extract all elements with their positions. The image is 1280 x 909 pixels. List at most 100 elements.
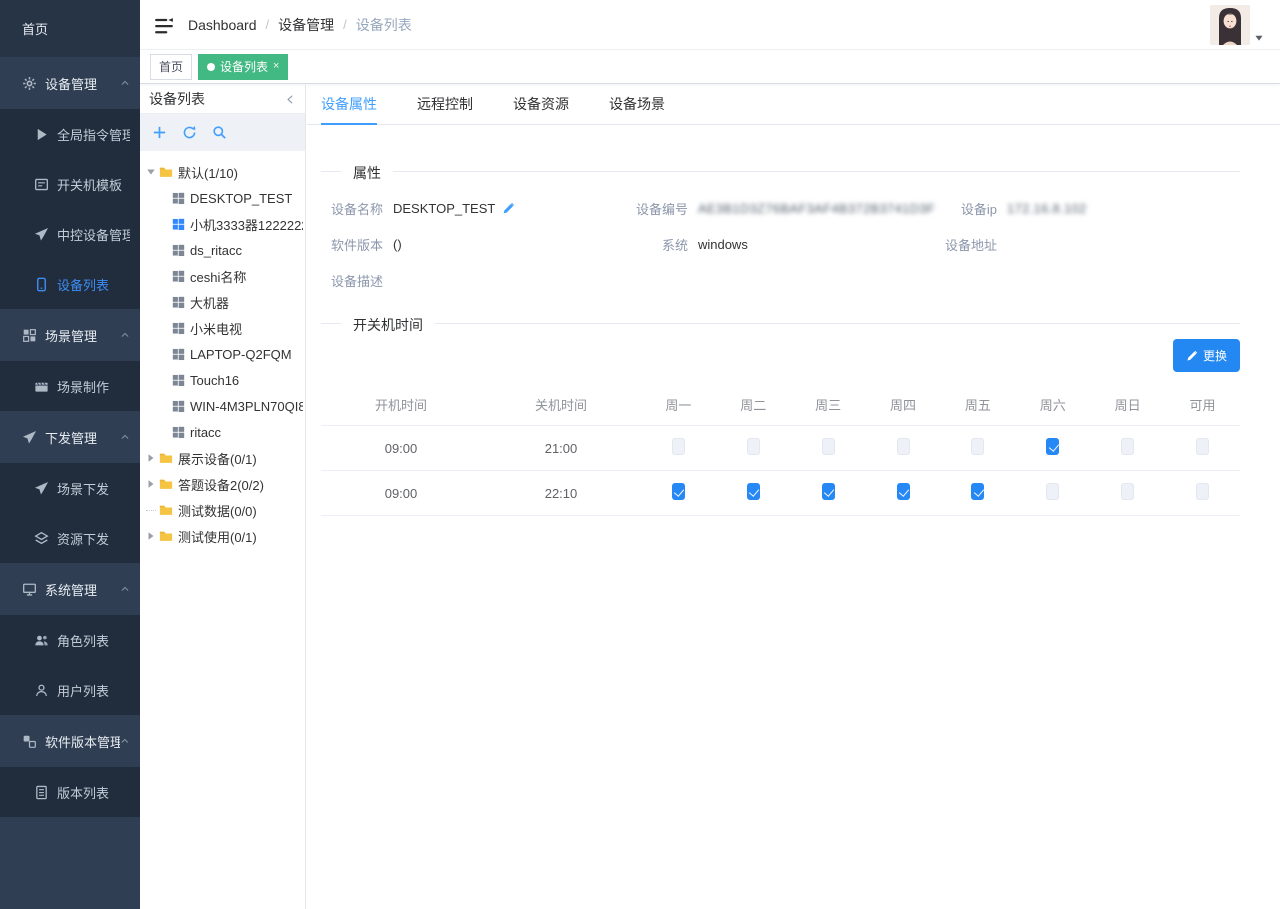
caret-down-icon[interactable] bbox=[1254, 34, 1264, 42]
play-icon bbox=[34, 127, 49, 142]
tag-home[interactable]: 首页 bbox=[150, 54, 192, 80]
sidebar-item-power-template[interactable]: 开关机模板 bbox=[0, 159, 140, 209]
breadcrumb-item-device-management[interactable]: 设备管理 bbox=[278, 15, 334, 35]
sidebar-item-global-command[interactable]: 全局指令管理 bbox=[0, 109, 140, 159]
checkbox-thursday[interactable] bbox=[897, 483, 910, 500]
checkbox-tuesday[interactable] bbox=[747, 483, 760, 500]
checkbox-wednesday[interactable] bbox=[822, 438, 835, 455]
tree-device-label: WIN-4M3PLN70QI8 bbox=[190, 399, 303, 414]
tree-device-item[interactable]: WIN-4M3PLN70QI8 bbox=[146, 393, 303, 419]
checkbox-tuesday[interactable] bbox=[747, 438, 760, 455]
sidebar-item-home[interactable]: 首页 bbox=[0, 0, 140, 57]
sidebar-item-device-management[interactable]: 设备管理 bbox=[0, 57, 140, 109]
field-label: 设备ip bbox=[935, 199, 997, 218]
sidebar-item-user-list[interactable]: 用户列表 bbox=[0, 665, 140, 715]
hamburger-icon[interactable] bbox=[154, 15, 174, 35]
tree-device-item[interactable]: 大机器 bbox=[146, 289, 303, 315]
close-icon[interactable]: × bbox=[273, 61, 279, 72]
sidebar-item-scene-management[interactable]: 场景管理 bbox=[0, 309, 140, 361]
checkbox-sunday[interactable] bbox=[1121, 438, 1134, 455]
tags-view-bar: 首页 设备列表 × bbox=[140, 50, 1280, 84]
checkbox-friday[interactable] bbox=[971, 438, 984, 455]
tag-device-list[interactable]: 设备列表 × bbox=[198, 54, 288, 80]
avatar[interactable] bbox=[1210, 4, 1250, 46]
checkbox-thursday[interactable] bbox=[897, 438, 910, 455]
sidebar-item-label: 下发管理 bbox=[45, 428, 120, 447]
sidebar-item-label: 全局指令管理 bbox=[57, 125, 130, 144]
sidebar-item-label: 软件版本管理 bbox=[45, 732, 120, 751]
attributes-grid: 设备名称 DESKTOP_TEST 设备编号 AE3B1D3Z76BAF3AF4… bbox=[321, 199, 1240, 290]
sidebar-item-device-list[interactable]: 设备列表 bbox=[0, 259, 140, 309]
change-button[interactable]: 更换 bbox=[1173, 339, 1240, 372]
plus-icon[interactable] bbox=[152, 125, 167, 140]
caret-down-icon[interactable] bbox=[146, 167, 156, 177]
section-title: 开关机时间 bbox=[341, 315, 435, 335]
tree-folder-default[interactable]: 默认(1/10) bbox=[146, 159, 303, 185]
tree-device-item[interactable]: 小机3333器122222222 bbox=[146, 211, 303, 237]
tree-device-item[interactable]: ritacc bbox=[146, 419, 303, 445]
checkbox-saturday[interactable] bbox=[1046, 438, 1059, 455]
tree-folder-display-devices[interactable]: 展示设备(0/1) bbox=[146, 445, 303, 471]
sidebar-item-label: 开关机模板 bbox=[57, 175, 130, 194]
field-label: 设备名称 bbox=[321, 199, 383, 218]
tab-remote-control[interactable]: 远程控制 bbox=[417, 85, 473, 124]
search-icon[interactable] bbox=[212, 125, 227, 140]
tree-device-item[interactable]: DESKTOP_TEST bbox=[146, 185, 303, 211]
top-header: Dashboard / 设备管理 / 设备列表 bbox=[140, 0, 1280, 50]
refresh-icon[interactable] bbox=[182, 125, 197, 140]
checkbox-friday[interactable] bbox=[971, 483, 984, 500]
caret-right-icon[interactable] bbox=[146, 453, 156, 463]
section-divider-schedule: 开关机时间 bbox=[321, 323, 1240, 324]
main-content: 设备属性 远程控制 设备资源 设备场景 属性 设备名称 DESKTOP_TEST… bbox=[307, 85, 1280, 909]
tab-device-scenes[interactable]: 设备场景 bbox=[609, 85, 665, 124]
tree-device-item[interactable]: LAPTOP-Q2FQM bbox=[146, 341, 303, 367]
sidebar-item-version-list[interactable]: 版本列表 bbox=[0, 767, 140, 817]
sidebar-item-resource-dispatch[interactable]: 资源下发 bbox=[0, 513, 140, 563]
document-icon bbox=[34, 785, 49, 800]
folder-icon bbox=[158, 165, 174, 179]
tree-device-label: ceshi名称 bbox=[190, 267, 246, 286]
col-header-friday: 周五 bbox=[941, 384, 1016, 426]
caret-right-icon[interactable] bbox=[146, 479, 156, 489]
sidebar-item-scene-dispatch[interactable]: 场景下发 bbox=[0, 463, 140, 513]
tree-folder-label: 测试数据(0/0) bbox=[178, 501, 257, 520]
sidebar-item-dispatch-management[interactable]: 下发管理 bbox=[0, 411, 140, 463]
device-tree: 默认(1/10) DESKTOP_TEST 小机3333器122222222 d… bbox=[140, 151, 305, 557]
send-icon bbox=[22, 430, 37, 445]
caret-right-icon[interactable] bbox=[146, 531, 156, 541]
tree-device-label: 大机器 bbox=[190, 293, 229, 312]
send-icon bbox=[34, 481, 49, 496]
tag-label: 设备列表 bbox=[220, 55, 268, 79]
field-software-version: 软件版本 () bbox=[321, 235, 626, 254]
sidebar-item-version-management[interactable]: 软件版本管理 bbox=[0, 715, 140, 767]
checkbox-enabled[interactable] bbox=[1196, 483, 1209, 500]
checkbox-monday[interactable] bbox=[672, 438, 685, 455]
tree-folder-quiz-devices[interactable]: 答题设备2(0/2) bbox=[146, 471, 303, 497]
sidebar-item-role-list[interactable]: 角色列表 bbox=[0, 615, 140, 665]
checkbox-sunday[interactable] bbox=[1121, 483, 1134, 500]
checkbox-enabled[interactable] bbox=[1196, 438, 1209, 455]
tree-device-label: DESKTOP_TEST bbox=[190, 191, 292, 206]
tab-device-attributes[interactable]: 设备属性 bbox=[321, 85, 377, 124]
device-tree-panel: 设备列表 默认(1/10) DESKTOP_TEST 小机3333器122222… bbox=[140, 85, 306, 909]
tree-folder-test-use[interactable]: 测试使用(0/1) bbox=[146, 523, 303, 549]
sidebar-item-label: 场景制作 bbox=[57, 377, 130, 396]
checkbox-saturday[interactable] bbox=[1046, 483, 1059, 500]
user-menu[interactable] bbox=[1210, 4, 1266, 50]
edit-pencil-icon[interactable] bbox=[502, 202, 515, 215]
breadcrumb-item-dashboard[interactable]: Dashboard bbox=[188, 17, 257, 33]
sidebar-item-scene-create[interactable]: 场景制作 bbox=[0, 361, 140, 411]
tree-device-item[interactable]: Touch16 bbox=[146, 367, 303, 393]
tree-device-item[interactable]: ceshi名称 bbox=[146, 263, 303, 289]
tree-folder-test-data[interactable]: 测试数据(0/0) bbox=[146, 497, 303, 523]
chevron-left-icon[interactable] bbox=[285, 94, 296, 105]
checkbox-wednesday[interactable] bbox=[822, 483, 835, 500]
sidebar-item-system-management[interactable]: 系统管理 bbox=[0, 563, 140, 615]
tab-device-resources[interactable]: 设备资源 bbox=[513, 85, 569, 124]
checkbox-monday[interactable] bbox=[672, 483, 685, 500]
tree-device-item[interactable]: ds_ritacc bbox=[146, 237, 303, 263]
sidebar-item-central-control[interactable]: 中控设备管理 bbox=[0, 209, 140, 259]
windows-icon bbox=[172, 374, 185, 387]
schedule-header-row: 开机时间 关机时间 周一 周二 周三 周四 周五 周六 周日 可用 bbox=[321, 384, 1240, 426]
tree-device-item[interactable]: 小米电视 bbox=[146, 315, 303, 341]
